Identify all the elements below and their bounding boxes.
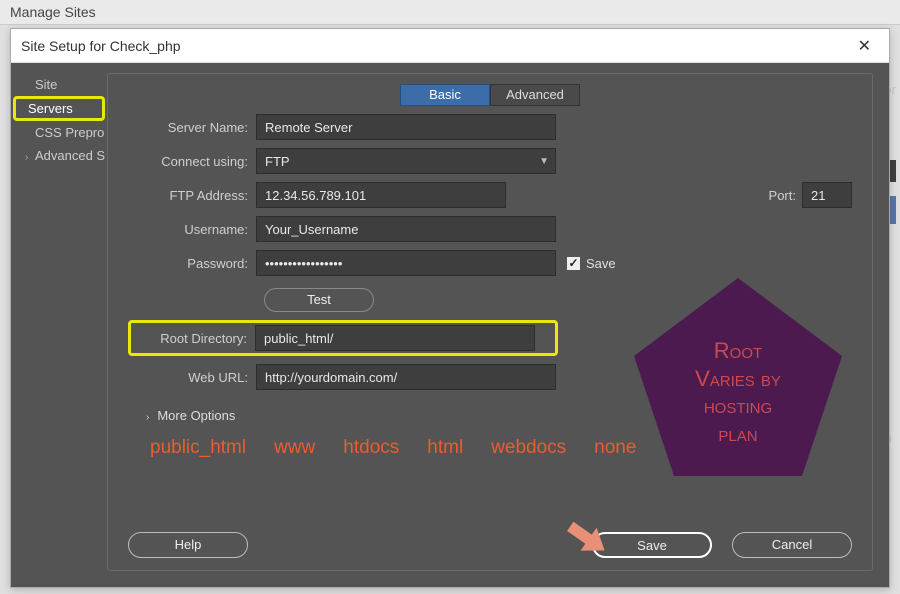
- server-name-input[interactable]: [256, 114, 556, 140]
- pentagon-text: Root Varies by hosting plan: [628, 272, 848, 482]
- help-button[interactable]: Help: [128, 532, 248, 558]
- chevron-down-icon: ▼: [539, 156, 549, 167]
- example-item: htdocs: [343, 437, 399, 459]
- checkbox-checked-icon: ✓: [566, 256, 581, 271]
- connect-using-value: FTP: [265, 154, 290, 169]
- example-item: webdocs: [491, 437, 566, 459]
- port-input[interactable]: [802, 182, 852, 208]
- dialog-button-bar: Help Save Cancel: [128, 532, 852, 558]
- username-label: Username:: [128, 222, 256, 237]
- sidebar-item-css-prepro[interactable]: CSS Prepro: [11, 121, 107, 144]
- example-item: public_html: [150, 437, 246, 459]
- modal-header: Site Setup for Check_php ✕: [11, 29, 889, 63]
- cancel-button[interactable]: Cancel: [732, 532, 852, 558]
- root-directory-input[interactable]: [255, 325, 535, 351]
- tab-basic[interactable]: Basic: [400, 84, 490, 106]
- sidebar: Site Servers CSS Prepro ›Advanced S: [11, 63, 107, 587]
- connect-using-label: Connect using:: [128, 154, 256, 169]
- chevron-right-icon: ›: [146, 412, 149, 423]
- password-label: Password:: [128, 256, 256, 271]
- example-item: html: [427, 437, 463, 459]
- test-button[interactable]: Test: [264, 288, 374, 312]
- server-name-label: Server Name:: [128, 120, 256, 135]
- example-item: www: [274, 437, 315, 459]
- root-directory-highlight: Root Directory:: [128, 320, 558, 356]
- tab-advanced[interactable]: Advanced: [490, 84, 580, 106]
- save-password-checkbox[interactable]: ✓ Save: [566, 256, 616, 271]
- save-checkbox-label: Save: [586, 256, 616, 271]
- password-input[interactable]: [256, 250, 556, 276]
- sidebar-item-advanced[interactable]: ›Advanced S: [11, 144, 107, 167]
- close-icon[interactable]: ✕: [850, 36, 879, 56]
- sidebar-item-servers[interactable]: Servers: [13, 96, 105, 121]
- connect-using-select[interactable]: FTP ▼: [256, 148, 556, 174]
- port-label: Port:: [769, 188, 796, 203]
- username-input[interactable]: [256, 216, 556, 242]
- arrow-annotation-icon: [545, 497, 623, 575]
- outer-window-title: Manage Sites: [0, 0, 900, 25]
- tab-bar: BasicAdvanced: [128, 84, 852, 106]
- web-url-label: Web URL:: [128, 370, 256, 385]
- modal-title: Site Setup for Check_php: [21, 38, 181, 54]
- web-url-input[interactable]: [256, 364, 556, 390]
- site-setup-modal: Site Setup for Check_php ✕ Site Servers …: [10, 28, 890, 588]
- ftp-address-label: FTP Address:: [128, 188, 256, 203]
- modal-body: Site Servers CSS Prepro ›Advanced S Basi…: [11, 63, 889, 587]
- server-panel: BasicAdvanced Server Name: Connect using…: [107, 73, 873, 571]
- root-directory-label: Root Directory:: [135, 331, 255, 346]
- pentagon-annotation: Root Varies by hosting plan: [628, 272, 848, 482]
- sidebar-item-site[interactable]: Site: [11, 73, 107, 96]
- ftp-address-input[interactable]: [256, 182, 506, 208]
